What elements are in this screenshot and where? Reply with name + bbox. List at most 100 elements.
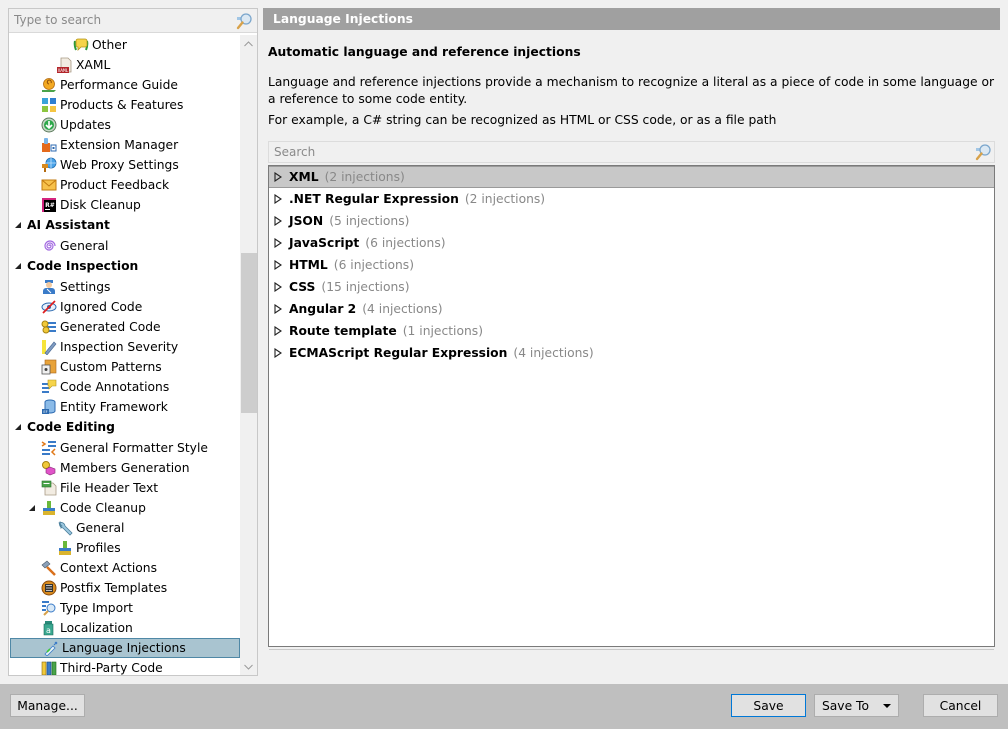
tree-item[interactable]: Settings <box>9 277 240 297</box>
globe-plug-icon <box>41 157 57 173</box>
expand-triangle-icon[interactable] <box>274 304 284 314</box>
tree-item[interactable]: Other <box>9 35 240 55</box>
tree-item[interactable]: Code Annotations <box>9 377 240 397</box>
tree-item[interactable]: AI Assistant <box>9 215 240 235</box>
injection-row[interactable]: JavaScript (6 injections) <box>269 232 994 254</box>
tree-item-label: Product Feedback <box>60 178 170 192</box>
tree-item[interactable]: Postfix Templates <box>9 578 240 598</box>
tree-item[interactable]: General Formatter Style <box>9 438 240 458</box>
localization-icon: a <box>41 620 57 636</box>
snail-icon <box>41 77 57 93</box>
tree-item[interactable]: R# Disk Cleanup <box>9 195 240 215</box>
tree-item-label: Code Inspection <box>27 259 139 273</box>
injection-count: (6 injections) <box>333 258 415 272</box>
injection-row[interactable]: HTML (6 injections) <box>269 254 994 276</box>
expand-triangle-icon[interactable] <box>274 348 284 358</box>
tree-item[interactable]: Performance Guide <box>9 75 240 95</box>
expand-triangle-icon[interactable] <box>274 194 284 204</box>
tree-search-input[interactable] <box>9 9 229 31</box>
save-to-button[interactable]: Save To <box>814 694 899 717</box>
injections-search-input[interactable] <box>269 142 959 162</box>
tree-item[interactable]: Code Editing <box>9 417 240 437</box>
injection-row[interactable]: CSS (15 injections) <box>269 276 994 298</box>
broom-icon <box>57 540 73 556</box>
tree-item[interactable]: Profiles <box>9 538 240 558</box>
scroll-down-arrow-icon[interactable] <box>240 658 257 675</box>
tree-item-label: Profiles <box>76 541 121 555</box>
download-circle-icon <box>41 117 57 133</box>
expand-triangle-icon[interactable] <box>13 261 23 271</box>
page-header: Language Injections <box>263 8 1000 30</box>
tree-item[interactable]: Custom Patterns <box>9 357 240 377</box>
injection-language: CSS <box>289 280 316 294</box>
members-gen-icon <box>41 460 57 476</box>
expand-triangle-icon[interactable] <box>274 238 284 248</box>
resharper-icon: R# <box>41 197 57 213</box>
search-icon[interactable] <box>974 143 992 161</box>
tree-item-label: XAML <box>76 58 111 72</box>
settings-tree: Other XAML XAML Performance Guide Products &… <box>9 35 240 675</box>
injection-row[interactable]: XML (2 injections) <box>269 166 994 188</box>
cancel-button[interactable]: Cancel <box>923 694 998 717</box>
tree-item[interactable]: Extension Manager <box>9 135 240 155</box>
tree-item[interactable]: Context Actions <box>9 558 240 578</box>
tree-item[interactable]: Code Inspection <box>9 256 240 276</box>
expand-triangle-icon[interactable] <box>13 220 23 230</box>
tree-item[interactable]: XAML XAML <box>9 55 240 75</box>
tree-item-label: Code Annotations <box>60 380 170 394</box>
injection-row[interactable]: Route template (1 injections) <box>269 320 994 342</box>
tree-item-label: Entity Framework <box>60 400 168 414</box>
injection-row[interactable]: JSON (5 injections) <box>269 210 994 232</box>
tree-item-label: Disk Cleanup <box>60 198 141 212</box>
tree-item[interactable]: Updates <box>9 115 240 135</box>
injection-row[interactable]: Angular 2 (4 injections) <box>269 298 994 320</box>
tree-item[interactable]: General <box>9 518 240 538</box>
tree-item[interactable]: Ignored Code <box>9 297 240 317</box>
tree-item[interactable]: Type Import <box>9 598 240 618</box>
tiles-icon <box>41 97 57 113</box>
manage-button[interactable]: Manage... <box>10 694 85 717</box>
tree-item[interactable]: Code Cleanup <box>9 498 240 518</box>
expand-triangle-icon[interactable] <box>13 422 23 432</box>
tree-item-label: Custom Patterns <box>60 360 162 374</box>
tree-item[interactable]: File Header Text <box>9 478 240 498</box>
scroll-up-arrow-icon[interactable] <box>240 35 257 52</box>
expand-triangle-icon[interactable] <box>274 326 284 336</box>
svg-text:EF: EF <box>43 410 47 414</box>
tree-item-label: Localization <box>60 621 133 635</box>
search-icon[interactable] <box>235 12 253 30</box>
tree-item[interactable]: Products & Features <box>9 95 240 115</box>
tree-item[interactable]: EF Entity Framework <box>9 397 240 417</box>
scroll-thumb[interactable] <box>241 253 257 413</box>
injection-language: JavaScript <box>289 236 360 250</box>
tree-item[interactable]: Web Proxy Settings <box>9 155 240 175</box>
tree-item-label: Code Cleanup <box>60 501 146 515</box>
dropdown-arrow-icon <box>883 703 892 708</box>
postfix-icon <box>41 580 57 596</box>
tree-item[interactable]: Members Generation <box>9 458 240 478</box>
description-text: Language and reference injections provid… <box>268 75 995 106</box>
expand-triangle-icon[interactable] <box>274 260 284 270</box>
tree-item[interactable]: Product Feedback <box>9 175 240 195</box>
tree-item[interactable]: General <box>9 236 240 256</box>
injection-row[interactable]: ECMAScript Regular Expression (4 injectio… <box>269 342 994 364</box>
highlighter-icon <box>41 339 57 356</box>
tree-item-label: Inspection Severity <box>60 340 179 354</box>
tree-item-label: Products & Features <box>60 98 184 112</box>
tree-item[interactable]: Generated Code <box>9 317 240 337</box>
expand-triangle-icon[interactable] <box>274 216 284 226</box>
tree-item[interactable]: a Localization <box>9 618 240 638</box>
expand-triangle-icon[interactable] <box>274 282 284 292</box>
expand-triangle-icon[interactable] <box>27 503 37 513</box>
tree-item[interactable]: Language Injections <box>10 638 240 658</box>
tree-scrollbar[interactable] <box>240 35 257 675</box>
save-button[interactable]: Save <box>731 694 806 717</box>
tree-item[interactable]: Third-Party Code <box>9 658 240 675</box>
extension-icon <box>41 137 57 153</box>
broom-icon <box>41 500 57 516</box>
injection-count: (2 injections) <box>324 170 405 184</box>
tree-item-label: Generated Code <box>60 320 161 334</box>
injection-row[interactable]: .NET Regular Expression (2 injections) <box>269 188 994 210</box>
expand-triangle-icon[interactable] <box>274 172 284 182</box>
tree-item[interactable]: Inspection Severity <box>9 337 240 357</box>
